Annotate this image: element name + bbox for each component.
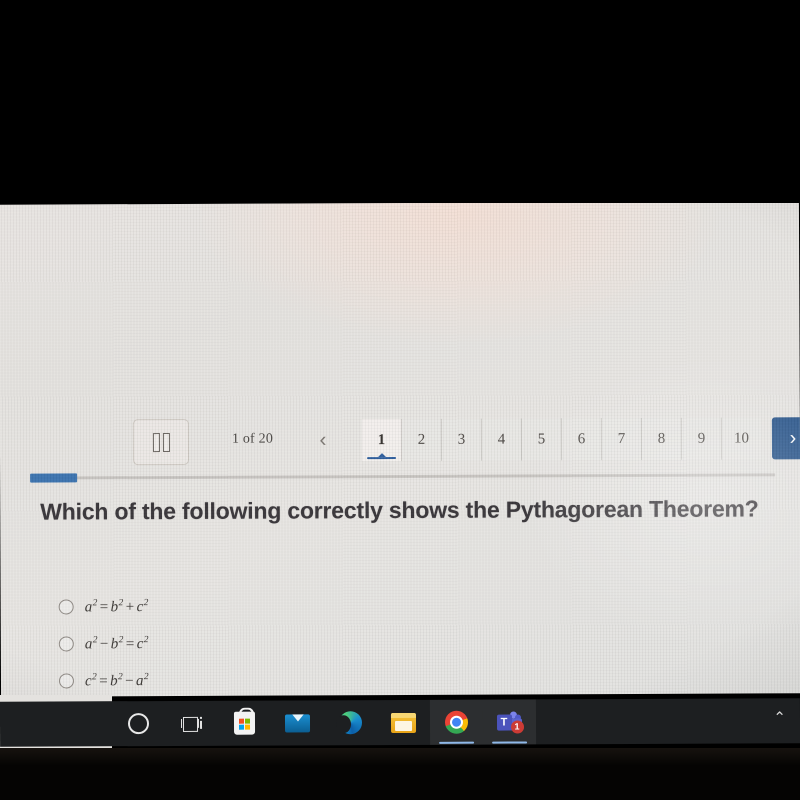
quiz-screen: 1 of 20 ‹ 1 2 3 4 5 6 7 8 9 10 › Which o… xyxy=(0,201,800,697)
page-button-9[interactable]: 9 xyxy=(681,417,723,460)
microsoft-teams-icon: T 1 xyxy=(496,710,524,734)
cortana-icon xyxy=(127,713,150,735)
file-explorer-icon xyxy=(390,712,417,733)
previous-page-chevron-icon[interactable]: ‹ xyxy=(305,419,341,461)
radio-button-a[interactable] xyxy=(58,599,74,615)
progress-fill xyxy=(30,473,78,483)
page-button-7[interactable]: 7 xyxy=(601,417,643,461)
page-button-8[interactable]: 8 xyxy=(641,417,683,460)
progress-track xyxy=(30,473,776,480)
question-counter: 1 of 20 xyxy=(231,431,274,447)
answer-option-a-formula: a2 = b2 + c2 xyxy=(84,597,149,615)
taskbar-item-file-explorer[interactable] xyxy=(377,700,430,745)
page-button-3[interactable]: 3 xyxy=(441,418,483,461)
chevron-right-icon: › xyxy=(789,426,797,449)
taskbar-item-cortana[interactable] xyxy=(112,701,165,746)
taskbar-item-microsoft-edge[interactable] xyxy=(324,700,377,745)
answer-option-b[interactable]: a2− b2 = c2 xyxy=(58,623,559,662)
pause-icon xyxy=(152,432,170,452)
taskbar-item-google-chrome[interactable] xyxy=(429,699,484,745)
microsoft-store-icon xyxy=(233,711,256,735)
teams-letter: T xyxy=(496,714,512,731)
question-text: Which of the following correctly shows t… xyxy=(40,495,759,525)
mail-icon xyxy=(284,713,311,733)
page-button-2[interactable]: 2 xyxy=(401,418,443,461)
google-chrome-icon xyxy=(444,710,469,734)
page-button-10[interactable]: 10 xyxy=(721,417,762,460)
laptop-screen-photo: 1 of 20 ‹ 1 2 3 4 5 6 7 8 9 10 › Which o… xyxy=(0,0,800,800)
answer-options-list: a2=b2+c2 a2−b2=c2 c2=b2−a2 a2+b2=c2 xyxy=(58,586,560,696)
taskbar-item-microsoft-teams[interactable]: T 1 xyxy=(482,699,537,745)
pause-button[interactable] xyxy=(132,418,190,466)
screen-glare xyxy=(198,201,720,344)
next-page-button[interactable]: › xyxy=(771,417,800,460)
answer-option-b-formula: a2− b2 = c2 xyxy=(84,634,149,652)
page-button-4[interactable]: 4 xyxy=(481,418,523,461)
page-button-1[interactable]: 1 xyxy=(361,418,403,462)
page-button-5[interactable]: 5 xyxy=(521,418,563,461)
taskbar-items: T 1 xyxy=(112,699,537,746)
taskbar-item-microsoft-store[interactable] xyxy=(218,701,271,746)
answer-option-a[interactable]: a2 = b2 + c2 xyxy=(58,586,559,625)
photo-letterbox-top xyxy=(0,0,800,203)
windows-taskbar: T 1 ⌃ xyxy=(0,698,800,747)
radio-button-c[interactable] xyxy=(58,673,75,689)
page-number-list: 1 2 3 4 5 6 7 8 9 10 xyxy=(361,417,762,462)
teams-notification-badge: 1 xyxy=(510,719,524,734)
answer-option-c-formula: c2 = b2− a2 xyxy=(84,671,150,689)
microsoft-edge-icon xyxy=(338,711,363,735)
radio-button-b[interactable] xyxy=(58,636,74,652)
page-button-6[interactable]: 6 xyxy=(561,418,603,461)
photo-letterbox-bottom xyxy=(0,748,800,800)
answer-option-c[interactable]: c2 = b2− a2 xyxy=(58,660,559,696)
show-hidden-icons-chevron-icon[interactable]: ⌃ xyxy=(773,709,786,726)
task-view-icon xyxy=(180,715,202,732)
taskbar-item-task-view[interactable] xyxy=(165,701,218,746)
taskbar-item-mail[interactable] xyxy=(271,700,324,745)
